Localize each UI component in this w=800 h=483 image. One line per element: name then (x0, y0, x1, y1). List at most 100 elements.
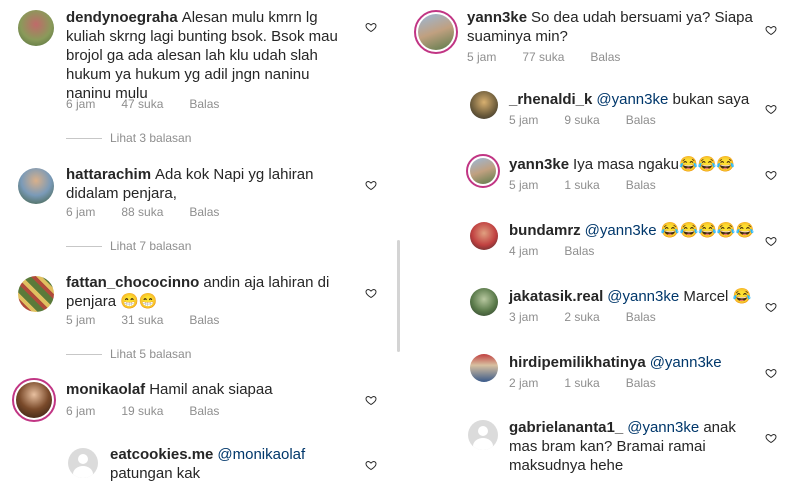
comment-item: yann3ke So dea udah bersuami ya? Siapa su… (408, 0, 800, 72)
heart-outline-icon[interactable] (765, 235, 777, 247)
reply-item: bundamrz @yann3ke 😂😂😂😂😂 4 jam Balas (408, 218, 800, 278)
reply-item: yann3ke Iya masa ngaku😂😂😂 5 jam 1 suka Bala… (408, 152, 800, 212)
comment-likes[interactable]: 1 suka (564, 178, 599, 192)
comment-time: 2 jam (509, 376, 539, 390)
comment-username[interactable]: fattan_chococinno (66, 274, 199, 291)
comment-text: Marcel 😂 (683, 288, 752, 305)
comment-time: 5 jam (66, 313, 96, 327)
comment-username[interactable]: monikaolaf (66, 381, 145, 398)
avatar[interactable] (18, 276, 54, 312)
reply-item: jakatasik.real @yann3ke Marcel 😂 3 jam 2 s… (408, 284, 800, 344)
comment-likes[interactable]: 47 suka (121, 97, 163, 111)
comment-time: 5 jam (509, 178, 539, 192)
comment-username[interactable]: yann3ke (509, 156, 569, 173)
heart-outline-icon[interactable] (765, 103, 777, 115)
comment-time: 6 jam (66, 205, 96, 219)
heart-outline-icon[interactable] (365, 287, 377, 299)
avatar[interactable] (470, 288, 498, 316)
comment-meta: 5 jam 77 suka Balas (467, 50, 646, 64)
view-replies-line (66, 137, 102, 139)
heart-outline-icon[interactable] (765, 432, 777, 444)
comment-username[interactable]: bundamrz (509, 222, 581, 239)
view-replies-line (66, 353, 102, 355)
comment-likes[interactable]: 19 suka (121, 404, 163, 418)
reply-button[interactable]: Balas (189, 97, 219, 111)
comment-username[interactable]: hattarachim (66, 166, 151, 183)
reply-button[interactable]: Balas (590, 50, 620, 64)
comment-username[interactable]: eatcookies.me (110, 446, 213, 463)
default-avatar-icon[interactable] (68, 448, 98, 478)
comment-likes[interactable]: 31 suka (121, 313, 163, 327)
comment-time: 6 jam (66, 404, 96, 418)
mention-link[interactable]: @yann3ke (607, 288, 679, 305)
comment-likes[interactable]: 1 suka (564, 376, 599, 390)
view-replies-button[interactable]: Lihat 5 balasan (66, 347, 191, 361)
avatar[interactable] (470, 91, 498, 119)
heart-outline-icon[interactable] (365, 394, 377, 406)
right-comment-column: yann3ke So dea udah bersuami ya? Siapa su… (408, 0, 800, 475)
comment-item: fattan_chococinno andin aja lahiran di pe… (0, 268, 398, 338)
heart-outline-icon[interactable] (765, 367, 777, 379)
left-comment-column: dendynoegraha Alesan mulu kmrn lg kuliah … (0, 0, 398, 482)
reply-button[interactable]: Balas (189, 404, 219, 418)
reply-button[interactable]: Balas (189, 313, 219, 327)
reply-button[interactable]: Balas (626, 310, 656, 324)
avatar[interactable] (18, 10, 54, 46)
heart-outline-icon[interactable] (365, 21, 377, 33)
comment-username[interactable]: _rhenaldi_k (509, 91, 592, 108)
default-avatar-icon[interactable] (468, 420, 498, 450)
avatar[interactable] (414, 10, 458, 54)
comment-meta: 4 jam Balas (509, 244, 620, 258)
comment-meta: 5 jam 9 suka Balas (509, 113, 682, 127)
avatar[interactable] (18, 168, 54, 204)
avatar-image (16, 382, 52, 418)
comment-likes[interactable]: 9 suka (564, 113, 599, 127)
comment-time: 5 jam (467, 50, 497, 64)
avatar[interactable] (466, 154, 500, 188)
comment-username[interactable]: hirdipemilikhatinya (509, 354, 646, 371)
comment-username[interactable]: dendynoegraha (66, 9, 178, 26)
reply-button[interactable]: Balas (626, 178, 656, 192)
scrollbar-thumb[interactable] (397, 240, 400, 352)
view-replies-button[interactable]: Lihat 3 balasan (66, 131, 191, 145)
reply-item: _rhenaldi_k @yann3ke bukan saya 5 jam 9 su… (408, 86, 800, 146)
reply-button[interactable]: Balas (626, 113, 656, 127)
view-replies-button[interactable]: Lihat 7 balasan (66, 239, 191, 253)
comment-likes[interactable]: 88 suka (121, 205, 163, 219)
heart-outline-icon[interactable] (765, 24, 777, 36)
comment-meta: 6 jam 47 suka Balas (66, 97, 245, 111)
mention-link[interactable]: @yann3ke (627, 419, 699, 436)
reply-button[interactable]: Balas (626, 376, 656, 390)
comment-item: hattarachim Ada kok Napi yg lahiran didal… (0, 160, 398, 230)
comment-item: eatcookies.me @monikaolaf patungan kak (0, 440, 398, 482)
comment-username[interactable]: yann3ke (467, 9, 527, 26)
comment-likes[interactable]: 77 suka (522, 50, 564, 64)
comment-username[interactable]: jakatasik.real (509, 288, 603, 305)
comment-meta: 6 jam 88 suka Balas (66, 205, 245, 219)
comment-text: Iya masa ngaku😂😂😂 (573, 156, 735, 173)
reply-button[interactable]: Balas (189, 205, 219, 219)
comment-time: 3 jam (509, 310, 539, 324)
mention-link[interactable]: @yann3ke (585, 222, 657, 239)
comment-username[interactable]: gabrielananta1_ (509, 419, 623, 436)
comment-time: 5 jam (509, 113, 539, 127)
comment-meta: 5 jam 1 suka Balas (509, 178, 682, 192)
mention-link[interactable]: @monikaolaf (217, 446, 305, 463)
heart-outline-icon[interactable] (365, 459, 377, 471)
mention-link[interactable]: @yann3ke (596, 91, 668, 108)
mention-link[interactable]: @yann3ke (650, 354, 722, 371)
comment-meta: 3 jam 2 suka Balas (509, 310, 682, 324)
heart-outline-icon[interactable] (765, 301, 777, 313)
comment-meta: 6 jam 19 suka Balas (66, 404, 245, 418)
comment-item: monikaolaf Hamil anak siapaa 6 jam 19 suka… (0, 374, 398, 434)
avatar[interactable] (470, 354, 498, 382)
reply-item: hirdipemilikhatinya @yann3ke 2 jam 1 suka B… (408, 350, 800, 410)
reply-item: gabrielananta1_ @yann3ke anak mas bram ka… (408, 416, 800, 475)
comment-likes[interactable]: 2 suka (564, 310, 599, 324)
heart-outline-icon[interactable] (365, 179, 377, 191)
reply-button[interactable]: Balas (564, 244, 594, 258)
avatar[interactable] (470, 222, 498, 250)
heart-outline-icon[interactable] (765, 169, 777, 181)
avatar[interactable] (12, 378, 56, 422)
comment-text: 😂😂😂😂😂 (660, 222, 755, 239)
